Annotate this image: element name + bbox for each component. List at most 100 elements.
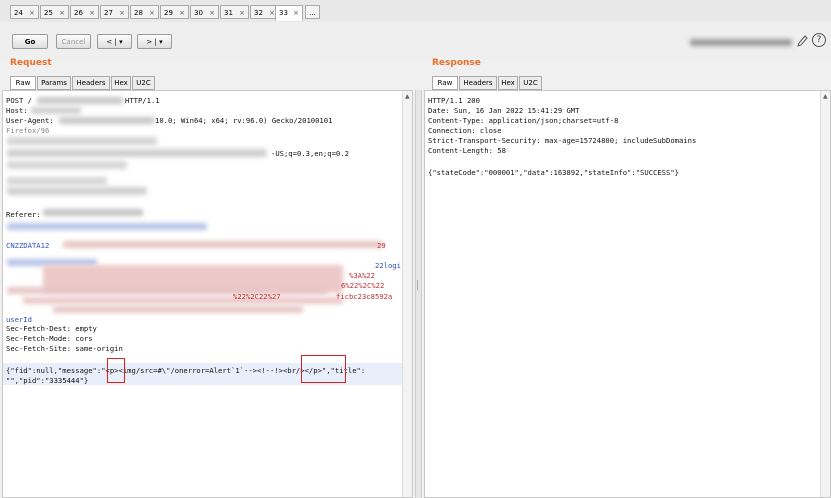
scroll-up-icon[interactable]: ▲ — [405, 93, 410, 100]
request-line: Sec-Fetch-Mode: cors — [6, 334, 93, 343]
new-tab-button[interactable]: ... — [305, 5, 320, 19]
tab-label: 31 — [224, 9, 233, 17]
tab-headers[interactable]: Headers — [72, 76, 110, 90]
close-icon[interactable]: × — [293, 6, 299, 20]
tab-raw[interactable]: Raw — [432, 76, 458, 90]
request-line: POST / — [6, 96, 32, 105]
request-body-line: "","pid":"3335444"} — [6, 376, 89, 385]
close-icon[interactable]: × — [29, 6, 35, 20]
cancel-button[interactable]: Cancel — [56, 34, 91, 49]
response-line: Content-Length: 58 — [428, 146, 506, 155]
request-editor[interactable]: POST / HTTP/1.1 Host: User-Agent: 10.0; … — [2, 90, 413, 498]
back-button[interactable]: < | ▾ — [97, 34, 132, 49]
close-icon[interactable]: × — [209, 6, 215, 20]
request-line: %22%2C22%27 — [233, 292, 281, 301]
tab-31[interactable]: 31 × — [220, 5, 249, 19]
request-line: 29 — [377, 241, 386, 250]
request-line: Host: — [6, 106, 28, 115]
redacted-cookie — [23, 297, 343, 304]
request-line: CNZZDATA12 — [6, 241, 50, 250]
tab-26[interactable]: 26 × — [70, 5, 99, 19]
response-line: Connection: close — [428, 126, 502, 135]
tab-label: 29 — [164, 9, 173, 17]
scroll-up-icon[interactable]: ▲ — [823, 93, 828, 100]
tab-label: 27 — [104, 9, 113, 17]
request-line: HTTP/1.1 — [125, 96, 160, 105]
response-line: Strict-Transport-Security: max-age=15724… — [428, 136, 697, 145]
request-line: -US;q=0.3,en;q=0.2 — [271, 149, 349, 158]
annotation-box-br — [301, 355, 346, 383]
tab-29[interactable]: 29 × — [160, 5, 189, 19]
tab-u2c[interactable]: U2C — [519, 76, 542, 90]
close-icon[interactable]: × — [59, 6, 65, 20]
response-line: HTTP/1.1 200 — [428, 96, 480, 105]
help-icon[interactable]: ? — [812, 33, 826, 47]
redacted-block — [7, 161, 127, 169]
tab-28[interactable]: 28 × — [130, 5, 159, 19]
request-line: 22logi — [375, 261, 401, 270]
redacted-cookie — [53, 306, 303, 313]
redacted-block — [7, 137, 157, 145]
request-line: Sec-Fetch-Site: same-origin — [6, 344, 123, 353]
request-line: 10.0; Win64; x64; rv:96.0) Gecko/2010010… — [155, 116, 333, 125]
edit-pencil-icon[interactable] — [796, 34, 808, 48]
response-body: {"stateCode":"000001","data":163892,"sta… — [428, 168, 679, 177]
request-title: Request — [10, 58, 52, 68]
redacted-cookie — [7, 223, 207, 230]
tab-u2c[interactable]: U2C — [132, 76, 155, 90]
redacted-referer — [43, 209, 143, 216]
tab-30[interactable]: 30 × — [190, 5, 219, 19]
forward-button[interactable]: > | ▾ — [137, 34, 172, 49]
tab-label: 33 — [279, 9, 288, 17]
tab-headers[interactable]: Headers — [459, 76, 497, 90]
request-line: userId — [6, 315, 32, 324]
redacted-block — [7, 187, 147, 195]
tab-label: 24 — [14, 9, 23, 17]
tab-33[interactable]: 33 × — [275, 5, 303, 21]
tab-label: 28 — [134, 9, 143, 17]
request-line: Firefox/96 — [6, 126, 50, 135]
close-icon[interactable]: × — [149, 6, 155, 20]
tab-label: 26 — [74, 9, 83, 17]
redacted-host — [31, 107, 81, 114]
go-button[interactable]: Go — [12, 34, 48, 49]
close-icon[interactable]: × — [119, 6, 125, 20]
tab-hex[interactable]: Hex — [498, 76, 518, 90]
close-icon[interactable]: × — [179, 6, 185, 20]
tab-label: 30 — [194, 9, 203, 17]
request-line: Referer: — [6, 210, 41, 219]
pane-splitter[interactable] — [415, 90, 422, 498]
redacted-block — [7, 177, 107, 185]
request-line: 6%22%2C%22 — [341, 281, 385, 290]
request-line: User-Agent: — [6, 116, 54, 125]
payload-xss: <img/src=#\"/onerror=Alert`1`--><!--!> — [118, 366, 283, 375]
body-json-start: {"fid":null,"message":" — [6, 366, 106, 375]
request-line: %3A%22 — [349, 271, 375, 280]
tab-params[interactable]: Params — [37, 76, 71, 90]
redacted-block — [7, 149, 267, 157]
splitter-grip — [417, 280, 418, 290]
response-line: Content-Type: application/json;charset=u… — [428, 116, 619, 125]
request-scrollbar[interactable]: ▲ — [402, 91, 412, 497]
close-icon[interactable]: × — [239, 6, 245, 20]
request-tab-bar: 24 × 25 × 26 × 27 × 28 × 29 × 30 × 31 × 32 × 33 × … — [0, 0, 831, 23]
redacted-path — [37, 97, 123, 104]
close-icon[interactable]: × — [89, 6, 95, 20]
tab-25[interactable]: 25 × — [40, 5, 69, 19]
tab-label: 32 — [254, 9, 263, 17]
target-host-redacted — [690, 39, 792, 46]
tab-hex[interactable]: Hex — [111, 76, 131, 90]
tab-label: 25 — [44, 9, 53, 17]
toolbar: Go Cancel < | ▾ > | ▾ ? — [0, 22, 831, 60]
redacted-cookie — [63, 241, 383, 248]
response-scrollbar[interactable]: ▲ — [820, 91, 830, 497]
tab-27[interactable]: 27 × — [100, 5, 129, 19]
annotation-box-p — [107, 358, 125, 383]
response-line: Date: Sun, 16 Jan 2022 15:41:29 GMT — [428, 106, 580, 115]
request-line: Sec-Fetch-Dest: empty — [6, 324, 97, 333]
tab-raw[interactable]: Raw — [10, 76, 36, 90]
request-line: ficbc23c8592a — [336, 292, 393, 301]
response-editor[interactable]: HTTP/1.1 200 Date: Sun, 16 Jan 2022 15:4… — [424, 90, 831, 498]
tab-24[interactable]: 24 × — [10, 5, 39, 19]
response-title: Response — [432, 58, 481, 68]
